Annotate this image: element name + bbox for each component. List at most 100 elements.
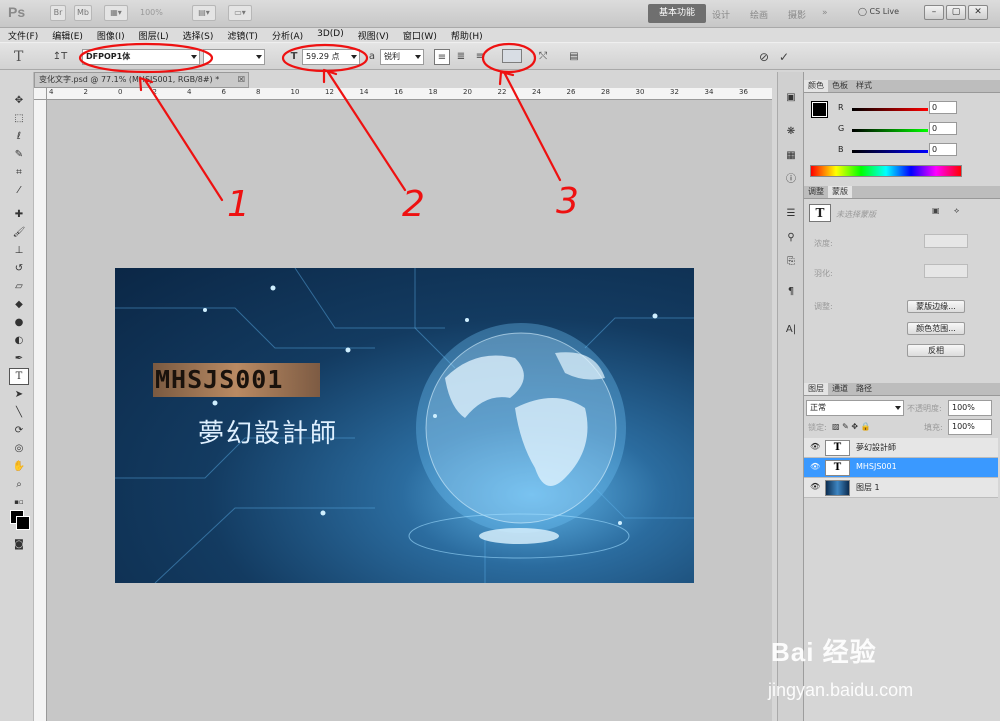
maximize-button[interactable]: ▢ — [946, 5, 966, 20]
pixel-mask-icon[interactable]: ▣ — [932, 206, 940, 215]
tab-channels[interactable]: 通道 — [828, 383, 852, 395]
close-button[interactable]: ✕ — [968, 5, 988, 20]
workspace-essentials-button[interactable]: 基本功能 — [648, 4, 706, 23]
lasso-tool-icon[interactable]: ℓ — [9, 128, 29, 145]
workspace-painting[interactable]: 绘画 — [750, 8, 768, 21]
arrange-documents-button[interactable]: ▤▾ — [192, 5, 216, 21]
antialias-select[interactable]: 锐利 — [380, 49, 424, 65]
eyedropper-tool-icon[interactable]: ⁄ — [9, 182, 29, 199]
minimize-button[interactable]: – — [924, 5, 944, 20]
fill-field[interactable]: 100% — [948, 419, 992, 435]
foreground-color-chip[interactable] — [811, 101, 828, 118]
vertical-ruler[interactable] — [34, 100, 47, 721]
warp-text-icon[interactable]: ⤲ — [535, 49, 551, 65]
quick-mask-icon[interactable]: ◙ — [9, 536, 29, 553]
cancel-icon[interactable]: ⊘ — [756, 49, 772, 65]
text-color-swatch[interactable] — [502, 49, 522, 63]
shape-tool-icon[interactable]: ╲ — [9, 404, 29, 421]
workspace-more-button[interactable]: » — [822, 8, 828, 18]
menu-window[interactable]: 窗口(W) — [395, 28, 443, 42]
mask-edge-button[interactable]: 蒙版边缘... — [907, 300, 965, 313]
brush-tool-icon[interactable]: 🖌 — [9, 224, 29, 241]
hand-tool-icon[interactable]: ✋ — [9, 458, 29, 475]
lock-icons[interactable]: ▨ ✎ ✥ 🔒 — [832, 422, 871, 431]
green-slider[interactable] — [852, 129, 928, 132]
menu-view[interactable]: 视图(V) — [350, 28, 395, 42]
opacity-field[interactable]: 100% — [948, 400, 992, 416]
blend-mode-select[interactable]: 正常 — [806, 400, 904, 416]
feather-field[interactable] — [924, 264, 968, 278]
vector-mask-icon[interactable]: ⟡ — [954, 206, 959, 216]
menu-edit[interactable]: 编辑(E) — [44, 28, 89, 42]
path-select-tool-icon[interactable]: ➤ — [9, 386, 29, 403]
cs-live-button[interactable]: ◯ CS Live — [858, 7, 899, 16]
menu-image[interactable]: 图像(I) — [89, 28, 131, 42]
canvas-text-designer[interactable]: 夢幻設計師 — [198, 413, 338, 450]
character-icon[interactable]: A| — [781, 322, 801, 338]
paragraph-icon[interactable]: ¶ — [781, 284, 801, 300]
background-color-swatch[interactable] — [16, 516, 30, 530]
marquee-tool-icon[interactable]: ⬚ — [9, 110, 29, 127]
screen-mode-button[interactable]: ▭▾ — [228, 5, 252, 21]
menu-help[interactable]: 帮助(H) — [443, 28, 489, 42]
visibility-eye-icon[interactable]: 👁 — [810, 443, 820, 451]
red-value-field[interactable]: 0 — [929, 101, 957, 114]
default-colors-icon[interactable]: ▪▫ — [9, 494, 29, 511]
layer-row[interactable]: 👁 T MHSJS001 — [804, 458, 998, 478]
visibility-eye-icon[interactable]: 👁 — [810, 463, 820, 471]
close-icon[interactable]: ☒ — [238, 73, 245, 87]
bridge-icon[interactable]: Br — [50, 5, 66, 21]
canvas-text-mhsjs001[interactable]: MHSJS001 — [153, 363, 320, 397]
ruler-origin[interactable] — [34, 88, 47, 100]
invert-button[interactable]: 反相 — [907, 344, 965, 357]
menu-layer[interactable]: 图层(L) — [131, 28, 175, 42]
menu-filter[interactable]: 滤镜(T) — [219, 28, 264, 42]
histogram-icon[interactable]: ▣ — [781, 90, 801, 106]
tab-styles[interactable]: 样式 — [852, 80, 876, 92]
font-style-select[interactable] — [203, 49, 265, 65]
view-extras-button[interactable]: ▦▾ — [104, 5, 128, 21]
font-family-select[interactable]: DFPOP1体 — [82, 49, 200, 65]
tab-paths[interactable]: 路径 — [852, 383, 876, 395]
paint-bucket-tool-icon[interactable]: ◆ — [9, 296, 29, 313]
eraser-tool-icon[interactable]: ▱ — [9, 278, 29, 295]
dodge-tool-icon[interactable]: ◐ — [9, 332, 29, 349]
tab-swatches[interactable]: 色板 — [828, 80, 852, 92]
move-tool-icon[interactable]: ✥ — [9, 92, 29, 109]
zoom-tool-icon[interactable]: ⌕ — [9, 476, 29, 493]
menu-file[interactable]: 文件(F) — [0, 28, 44, 42]
info-circle-icon[interactable]: ⓘ — [781, 172, 801, 188]
mask-type-icon[interactable]: T — [809, 204, 831, 222]
menu-analysis[interactable]: 分析(A) — [264, 28, 309, 42]
workspace-photography[interactable]: 摄影 — [788, 8, 806, 21]
actions-icon[interactable]: ⎘ — [781, 254, 801, 270]
layer-row[interactable]: 👁 T 夢幻設計師 — [804, 438, 998, 458]
blur-tool-icon[interactable]: ● — [9, 314, 29, 331]
type-tool-icon[interactable]: T — [9, 368, 29, 385]
blue-slider[interactable] — [852, 150, 928, 153]
3d-orbit-tool-icon[interactable]: ◎ — [9, 440, 29, 457]
navigator-icon[interactable]: ❋ — [781, 124, 801, 140]
visibility-eye-icon[interactable]: 👁 — [810, 483, 820, 491]
color-range-button[interactable]: 颜色范围... — [907, 322, 965, 335]
red-slider[interactable] — [852, 108, 928, 111]
3d-rotate-tool-icon[interactable]: ⟳ — [9, 422, 29, 439]
quick-select-tool-icon[interactable]: ✎ — [9, 146, 29, 163]
text-orientation-icon[interactable]: ↥T — [52, 49, 68, 65]
green-value-field[interactable]: 0 — [929, 122, 957, 135]
document-tab[interactable]: 变化文字.psd @ 77.1% (MHSJS001, RGB/8#) * ☒ — [34, 72, 249, 88]
tab-adjustments[interactable]: 调整 — [804, 186, 828, 198]
tool-preset-icon[interactable]: T — [14, 49, 23, 65]
density-field[interactable] — [924, 234, 968, 248]
clone-stamp-tool-icon[interactable]: ⊥ — [9, 242, 29, 259]
font-size-field[interactable]: 59.29 点 — [302, 49, 360, 65]
tab-masks[interactable]: 蒙版 — [828, 186, 852, 198]
info-icon[interactable]: ▦ — [781, 148, 801, 164]
pen-tool-icon[interactable]: ✒ — [9, 350, 29, 367]
commit-icon[interactable]: ✓ — [776, 49, 792, 65]
layer-row[interactable]: 👁 图层 1 — [804, 478, 998, 498]
healing-brush-tool-icon[interactable]: ✚ — [9, 206, 29, 223]
align-right-icon[interactable]: ≡ — [472, 49, 488, 65]
blue-value-field[interactable]: 0 — [929, 143, 957, 156]
mini-bridge-icon[interactable]: Mb — [74, 5, 92, 21]
